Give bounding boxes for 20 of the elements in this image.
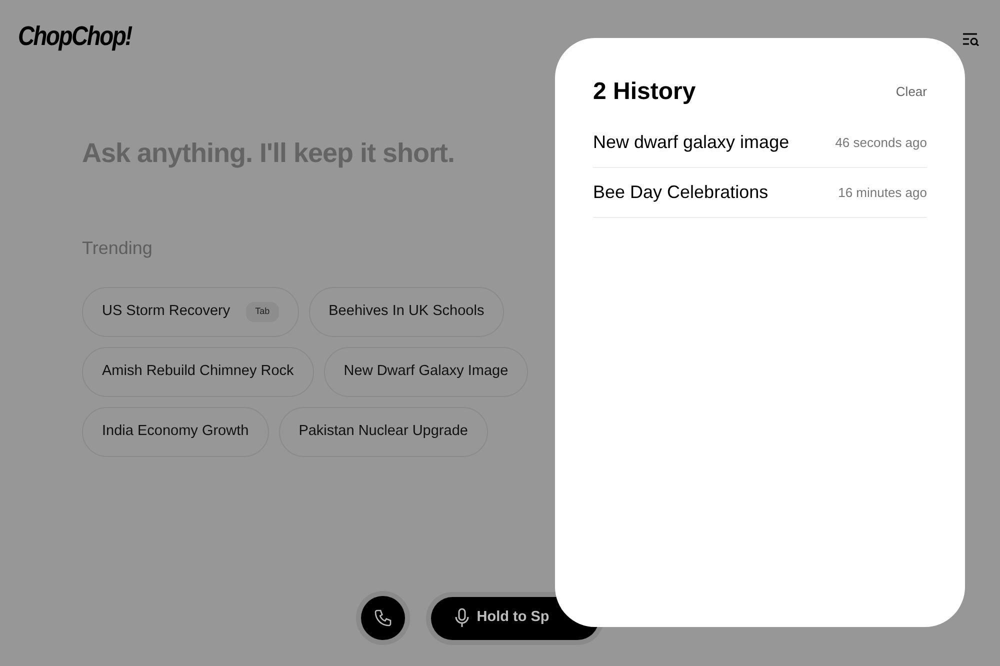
topic-chip[interactable]: US Storm Recovery Tab (82, 287, 299, 337)
history-item[interactable]: Bee Day Celebrations 16 minutes ago (593, 168, 927, 218)
history-title: New dwarf galaxy image (593, 131, 790, 154)
clear-button[interactable]: Clear (896, 82, 927, 102)
topic-chip[interactable]: India Economy Growth (82, 407, 269, 457)
phone-icon (372, 608, 393, 628)
topic-chip[interactable]: New Dwarf Galaxy Image (324, 347, 528, 397)
microphone-icon (454, 608, 469, 628)
history-item[interactable]: New dwarf galaxy image 46 seconds ago (593, 118, 927, 168)
topic-chip[interactable]: Beehives In UK Schools (308, 287, 504, 337)
shortcut-hint: Tab (246, 302, 279, 322)
timestamp: 16 minutes ago (838, 184, 927, 202)
timestamp: 46 seconds ago (835, 134, 927, 152)
section-label: Trending (82, 237, 154, 260)
topic-chip[interactable]: Pakistan Nuclear Upgrade (278, 407, 488, 457)
list-search-icon[interactable] (962, 32, 980, 46)
topic-chip[interactable]: Amish Rebuild Chimney Rock (82, 347, 314, 397)
logo[interactable]: ChopChop! (18, 16, 132, 56)
panel-title: 2 History (593, 77, 696, 107)
history-title: Bee Day Celebrations (593, 181, 768, 204)
